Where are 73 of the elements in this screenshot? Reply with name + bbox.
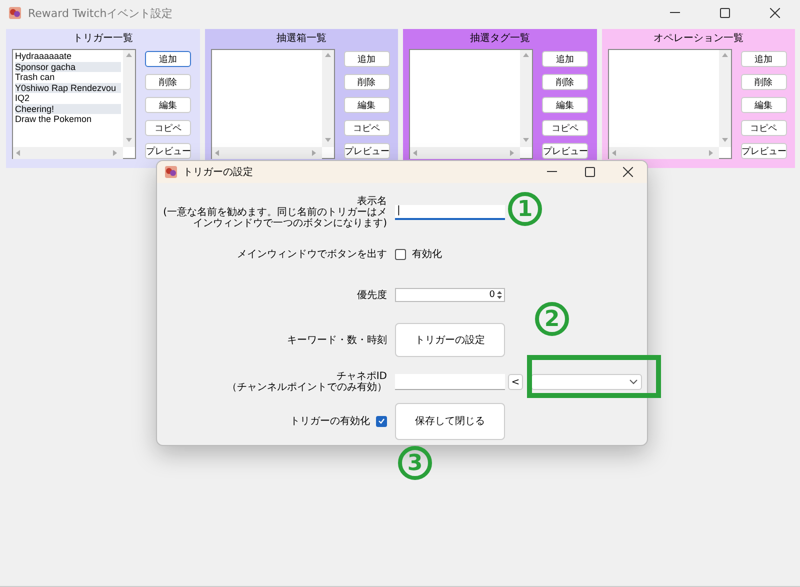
horizontal-scrollbar[interactable] [13, 147, 123, 159]
spin-arrows-icon[interactable] [495, 289, 504, 301]
panel-button[interactable]: コピペ [740, 120, 786, 136]
field-label: 優先度 [357, 290, 387, 300]
panel-button[interactable]: 追加 [542, 51, 588, 67]
panel-title: 抽選タグ一覧 [468, 32, 531, 46]
panel-title: トリガー一覧 [72, 32, 134, 46]
minimize-icon[interactable] [670, 12, 680, 14]
list-item[interactable]: Hydraaaaaate [15, 51, 121, 62]
annotation-number: 3 [398, 446, 432, 480]
panel-button[interactable]: コピペ [344, 120, 390, 136]
panel-title: 抽選箱一覧 [275, 32, 328, 46]
save-close-button[interactable]: 保存して閉じる [395, 402, 505, 440]
panel-title: オペレーション一覧 [652, 32, 744, 46]
list-item[interactable]: Cheering! [15, 104, 121, 114]
priority-spinbox[interactable]: 0 [395, 288, 505, 302]
list-box[interactable] [608, 49, 732, 159]
channel-id-field[interactable] [395, 374, 505, 390]
app-icon [164, 165, 178, 179]
panel-button[interactable]: プレビュー [740, 143, 786, 159]
panel-button[interactable]: 削除 [344, 74, 390, 90]
list-item[interactable]: Y0shiwo Rap Rendezvou [15, 82, 121, 93]
panel-button[interactable]: コピペ [542, 120, 588, 136]
dialog-title: トリガーの設定 [183, 166, 253, 179]
minimize-icon[interactable] [547, 171, 557, 173]
trigger-settings-button[interactable]: トリガーの設定 [395, 323, 505, 357]
panel-button[interactable]: 削除 [740, 74, 786, 90]
close-icon[interactable] [623, 167, 633, 177]
vertical-scrollbar[interactable] [718, 50, 730, 147]
panel-button[interactable]: 追加 [145, 51, 191, 67]
list-item[interactable]: Trash can [15, 72, 121, 82]
horizontal-scrollbar[interactable] [212, 147, 322, 159]
panel-button[interactable]: 編集 [542, 97, 588, 113]
maximize-icon[interactable] [585, 167, 595, 177]
list-box[interactable]: Hydraaaaaate Sponsor gacha Trash can Y0shiwo Rap Rendezvou IQ2 Cheering! Draw the Pokemon [12, 49, 136, 159]
panel-button[interactable]: プレビュー [344, 143, 390, 159]
field-label: 表示名 (一意な名前を勧めます。同じ名前のトリガーはメインウィンドウで一つのボタンになります) [162, 196, 387, 228]
field-label: トリガーの有効化 [290, 416, 370, 426]
annotation-number: 1 [508, 192, 542, 226]
horizontal-scrollbar[interactable] [608, 147, 718, 159]
checkbox-label: 有効化 [412, 248, 442, 261]
panel-button[interactable]: 編集 [344, 97, 390, 113]
list-item[interactable]: Sponsor gacha [15, 62, 121, 72]
app-icon [8, 6, 22, 20]
checkbox[interactable] [376, 416, 387, 426]
list-item[interactable]: Draw the Pokemon [15, 114, 121, 124]
panel-button[interactable]: 削除 [145, 74, 191, 90]
caret-icon [629, 379, 638, 385]
window-title: Reward Twitchイベント設定 [28, 6, 173, 20]
panel-button[interactable]: 追加 [740, 51, 786, 67]
field-label: キーワード・数・時刻 [287, 334, 387, 346]
list-item[interactable]: IQ2 [15, 93, 121, 104]
list-box[interactable] [409, 49, 533, 159]
panel-button[interactable]: プレビュー [145, 143, 191, 159]
horizontal-scrollbar[interactable] [410, 147, 520, 159]
vertical-scrollbar[interactable] [520, 50, 532, 147]
field-label: チャネポID （チャンネルポイントでのみ有効） [227, 371, 387, 393]
panel-button[interactable]: プレビュー [542, 143, 588, 159]
checkbox[interactable] [395, 248, 406, 260]
panel-button[interactable]: 削除 [542, 74, 588, 90]
vertical-scrollbar[interactable] [322, 50, 334, 147]
maximize-icon[interactable] [720, 8, 730, 18]
field-label: メインウィンドウでボタンを出す [237, 248, 387, 260]
display-name-field[interactable]: | [395, 204, 505, 220]
annotation-number: 2 [535, 302, 569, 336]
panel-button[interactable]: 編集 [740, 97, 786, 113]
list-box[interactable] [210, 49, 334, 159]
arrow-button[interactable]: < [508, 374, 523, 390]
panel-button[interactable]: 編集 [145, 97, 191, 113]
panel-button[interactable]: コピペ [145, 120, 191, 136]
vertical-scrollbar[interactable] [123, 50, 135, 147]
close-icon[interactable] [770, 8, 780, 18]
panel-button[interactable]: 追加 [344, 51, 390, 67]
